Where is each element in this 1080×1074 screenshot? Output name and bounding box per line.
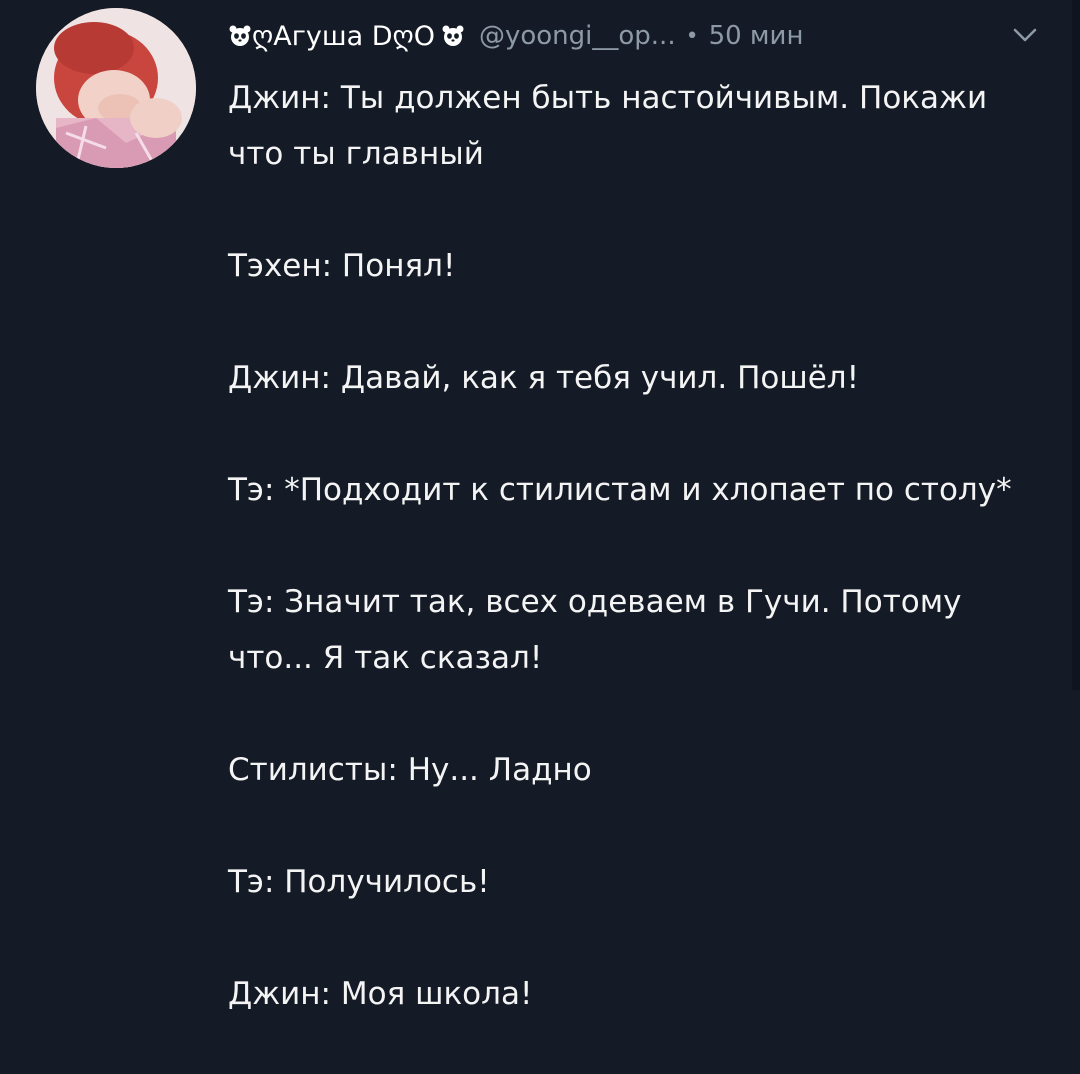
tweet-line: Джин: Ты должен быть настойчивым. Покажи… — [228, 80, 988, 172]
tweet-card: ღАгуша DღO @yoongi__op... • 50 мин Джин:… — [0, 0, 1080, 1074]
display-name-group[interactable]: ღАгуша DღO — [228, 21, 465, 52]
display-name: ღАгуша DღO — [252, 20, 435, 52]
user-handle[interactable]: @yoongi__op... — [479, 21, 676, 51]
tweet-line: Джин: Давай, как я тебя учил. Пошёл! — [228, 360, 860, 396]
panda-icon — [228, 24, 252, 48]
tweet-line: Тэ: *Подходит к стилистам и хлопает по с… — [228, 472, 1012, 508]
separator-dot: • — [685, 23, 699, 49]
edge-strip — [1072, 0, 1080, 690]
tweet-text: Джин: Ты должен быть настойчивым. Покажи… — [228, 70, 1048, 1022]
tweet-header: ღАгуша DღO @yoongi__op... • 50 мин — [228, 14, 803, 58]
chevron-down-icon[interactable] — [1012, 26, 1038, 44]
panda-icon — [441, 24, 465, 48]
tweet-line: Стилисты: Ну... Ладно — [228, 752, 592, 788]
tweet-line: Тэ: Значит так, всех одеваем в Гучи. Пот… — [228, 584, 962, 676]
avatar-image — [36, 8, 196, 168]
tweet-line: Джин: Моя школа! — [228, 976, 533, 1012]
timestamp[interactable]: 50 мин — [709, 21, 804, 51]
tweet-line: Тэ: Получилось! — [228, 864, 490, 900]
tweet-line: Тэхен: Понял! — [228, 248, 456, 284]
avatar[interactable] — [36, 8, 196, 168]
